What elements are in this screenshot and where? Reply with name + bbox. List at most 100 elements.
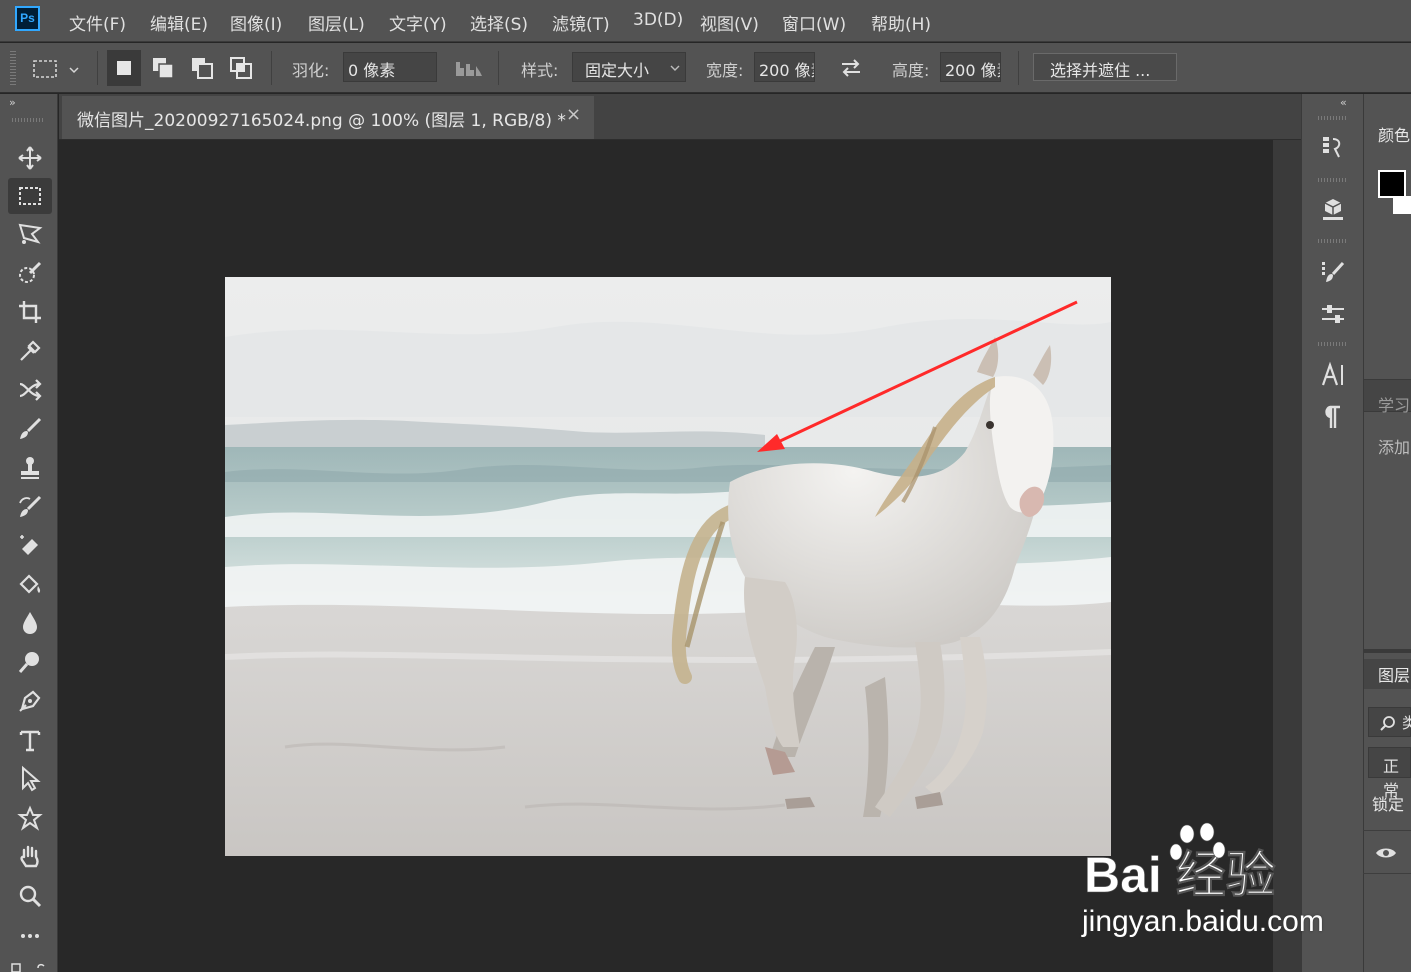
style-select[interactable]: 固定大小 xyxy=(572,52,686,82)
menu-type[interactable]: 文字(Y) xyxy=(389,10,447,35)
history-brush-tool[interactable] xyxy=(8,489,52,525)
eye-icon xyxy=(1376,848,1396,858)
blend-mode-select[interactable]: 正常 xyxy=(1368,747,1411,800)
options-grip xyxy=(10,51,16,85)
foreground-color-swatch[interactable] xyxy=(1378,170,1406,198)
menu-filter[interactable]: 滤镜(T) xyxy=(552,10,610,35)
menu-view[interactable]: 视图(V) xyxy=(700,10,759,35)
polygonal-lasso-tool[interactable] xyxy=(8,216,52,252)
spot-healing-tool[interactable] xyxy=(8,372,52,408)
spot-healing-icon xyxy=(19,379,42,401)
collapse-panels-icon[interactable]: « xyxy=(1340,96,1347,109)
layers-divider xyxy=(1363,873,1411,874)
photoshop-logo[interactable]: Ps xyxy=(15,6,40,31)
pen-tool[interactable] xyxy=(8,683,52,719)
rectangular-marquee-tool[interactable] xyxy=(8,178,52,214)
baidu-paw-logo: Bai 经验 xyxy=(1084,822,1276,903)
crop-icon xyxy=(19,301,41,323)
brush-settings-icon xyxy=(1322,261,1345,282)
add-selection-icon xyxy=(153,58,174,79)
paint-bucket-tool[interactable] xyxy=(8,566,52,602)
history-panel-button[interactable] xyxy=(1316,130,1350,164)
3d-panel-button[interactable] xyxy=(1316,192,1350,226)
dodge-icon xyxy=(18,652,39,673)
layer-visibility-toggle[interactable] xyxy=(1374,842,1398,864)
move-tool[interactable] xyxy=(8,140,52,176)
menu-layer[interactable]: 图层(L) xyxy=(308,10,365,35)
style-label: 样式: xyxy=(521,61,559,80)
blur-drop-icon xyxy=(23,612,37,634)
collapse-toolbar-icon[interactable]: » xyxy=(9,96,16,109)
polygonal-lasso-icon xyxy=(18,223,43,244)
height-input[interactable]: 200 像素 xyxy=(940,52,1001,82)
search-icon xyxy=(1380,716,1395,731)
layer-filter-search[interactable]: 类 xyxy=(1368,707,1411,737)
type-icon xyxy=(19,730,41,752)
dock-grip xyxy=(1318,178,1348,182)
type-tool[interactable] xyxy=(8,722,52,758)
history-icon xyxy=(1323,137,1341,158)
paragraph-panel-button[interactable] xyxy=(1316,400,1350,434)
intersect-selection-button[interactable] xyxy=(224,50,258,86)
eraser-tool[interactable] xyxy=(8,527,52,563)
menu-help[interactable]: 帮助(H) xyxy=(871,10,931,35)
path-selection-tool[interactable] xyxy=(8,761,52,797)
menu-edit[interactable]: 编辑(E) xyxy=(150,10,208,35)
select-and-mask-button[interactable]: 选择并遮住 ... xyxy=(1033,53,1177,81)
anti-alias-toggle[interactable] xyxy=(452,56,486,80)
custom-shape-tool[interactable] xyxy=(8,800,52,836)
style-select-value: 固定大小 xyxy=(585,61,650,80)
feather-input[interactable]: 0 像素 xyxy=(343,52,437,82)
color-panel-tab[interactable]: 颜色 xyxy=(1378,122,1410,146)
document-image xyxy=(225,277,1111,856)
custom-shape-icon xyxy=(17,805,43,831)
width-input[interactable]: 200 像素 xyxy=(754,52,815,82)
dock-grip xyxy=(1318,116,1348,120)
intersect-selection-icon xyxy=(230,57,252,79)
layers-panel-tab[interactable]: 图层 xyxy=(1378,662,1410,686)
add-to-selection-button[interactable] xyxy=(146,50,180,86)
layers-divider xyxy=(1363,830,1411,831)
hand-tool[interactable] xyxy=(8,839,52,875)
zoom-tool[interactable] xyxy=(8,878,52,914)
brush-tool[interactable] xyxy=(8,411,52,447)
more-tools[interactable] xyxy=(8,918,52,954)
menu-select[interactable]: 选择(S) xyxy=(470,10,528,35)
dock-grip xyxy=(1318,239,1348,243)
baidu-jingyan-watermark-logo: Bai 经验 xyxy=(1084,820,1334,903)
marquee-preset-icon xyxy=(33,60,79,78)
subtract-selection-icon xyxy=(192,58,213,79)
zoom-magnifier-icon xyxy=(19,885,42,908)
subtract-from-selection-button[interactable] xyxy=(185,50,219,86)
dock-grip xyxy=(1318,342,1348,346)
brush-settings-button[interactable] xyxy=(1316,255,1350,289)
blur-tool[interactable] xyxy=(8,605,52,641)
default-colors-icon xyxy=(11,963,45,972)
ellipsis-icon xyxy=(21,934,39,938)
menu-image[interactable]: 图像(I) xyxy=(230,10,282,35)
height-label: 高度: xyxy=(892,61,930,80)
dodge-tool[interactable] xyxy=(8,644,52,680)
eyedropper-tool[interactable] xyxy=(8,333,52,369)
tool-preset-picker[interactable] xyxy=(24,52,86,84)
document-tab-title[interactable]: 微信图片_20200927165024.png @ 100% (图层 1, RG… xyxy=(77,106,566,131)
crop-tool[interactable] xyxy=(8,294,52,330)
clone-stamp-tool[interactable] xyxy=(8,450,52,486)
menu-file[interactable]: 文件(F) xyxy=(69,10,126,35)
learn-panel-tab[interactable]: 学习 xyxy=(1378,392,1410,416)
character-panel-button[interactable] xyxy=(1316,358,1350,392)
pilcrow-icon xyxy=(1325,405,1340,428)
rectangular-marquee-icon xyxy=(19,187,41,205)
right-panels xyxy=(1363,94,1411,972)
menu-3d[interactable]: 3D(D) xyxy=(633,10,683,30)
swap-width-height-button[interactable] xyxy=(836,54,866,82)
background-color-swatch[interactable] xyxy=(1393,196,1411,214)
menu-window[interactable]: 窗口(W) xyxy=(782,10,846,35)
separator xyxy=(97,51,98,85)
adjustments-panel-button[interactable] xyxy=(1316,297,1350,331)
color-swatches-mini[interactable] xyxy=(8,956,52,972)
pen-icon xyxy=(19,690,41,712)
close-icon[interactable]: × xyxy=(566,104,581,125)
new-selection-button[interactable] xyxy=(107,50,141,86)
quick-selection-tool[interactable] xyxy=(8,255,52,291)
